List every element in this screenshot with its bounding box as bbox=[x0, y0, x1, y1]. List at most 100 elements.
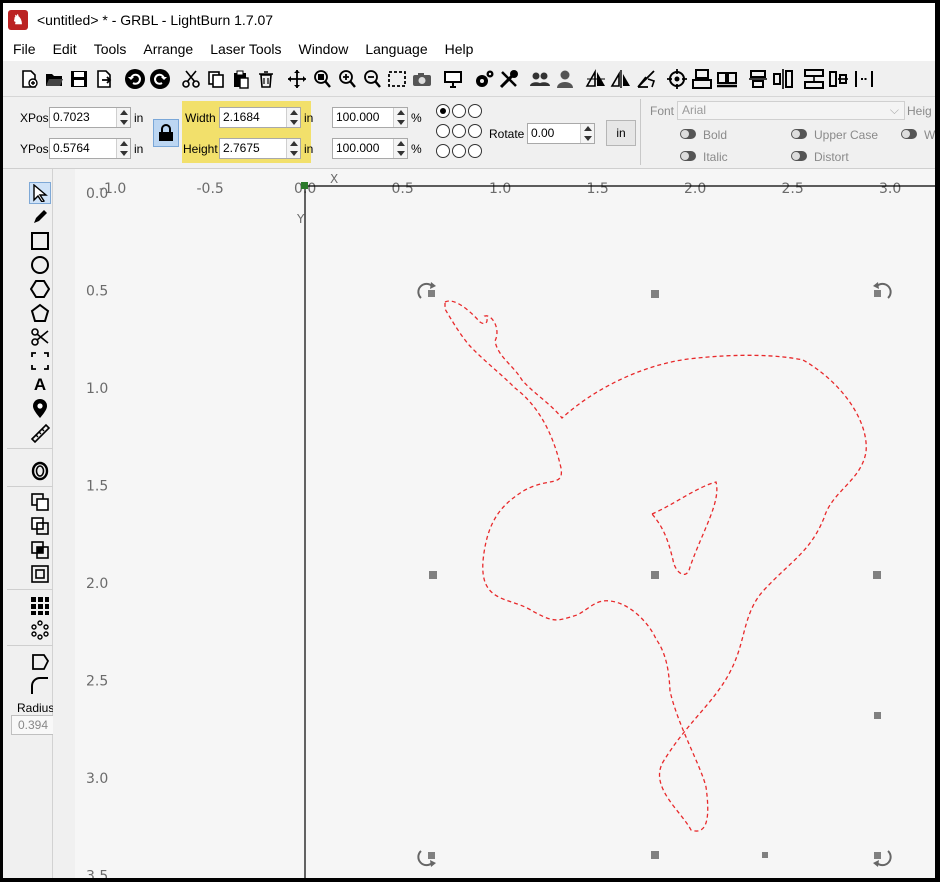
user-icon[interactable] bbox=[553, 67, 577, 91]
save-file-icon[interactable] bbox=[67, 67, 91, 91]
rectangle-icon[interactable] bbox=[29, 230, 51, 252]
new-file-icon[interactable] bbox=[17, 67, 41, 91]
ypos-field[interactable]: 0.5764 bbox=[49, 138, 131, 159]
anchor-middle-left[interactable] bbox=[436, 124, 450, 138]
intersect-icon[interactable] bbox=[29, 539, 51, 561]
anchor-bottom-right[interactable] bbox=[468, 144, 482, 158]
measure-icon[interactable] bbox=[29, 422, 51, 444]
fillet-icon[interactable] bbox=[29, 675, 51, 697]
menu-window[interactable]: Window bbox=[289, 41, 356, 57]
height-spin-arrows[interactable] bbox=[286, 139, 300, 158]
width-field[interactable]: 2.1684 bbox=[219, 107, 301, 128]
distribute-v-icon[interactable] bbox=[802, 67, 826, 91]
settings-gear-icon[interactable] bbox=[472, 67, 496, 91]
paste-icon[interactable] bbox=[229, 67, 253, 91]
delete-icon[interactable] bbox=[254, 67, 278, 91]
rotate-field[interactable]: 0.00 bbox=[527, 123, 595, 144]
align-left-icon[interactable] bbox=[746, 67, 770, 91]
menu-file[interactable]: File bbox=[3, 41, 43, 57]
scale-height-field[interactable]: 100.000 bbox=[332, 138, 408, 159]
copy-icon[interactable] bbox=[204, 67, 228, 91]
open-file-icon[interactable] bbox=[42, 67, 66, 91]
height-field[interactable]: 2.7675 bbox=[219, 138, 301, 159]
handle-middle-right[interactable] bbox=[873, 571, 881, 579]
welded-toggle[interactable] bbox=[901, 129, 917, 139]
rotate-spin-arrows[interactable] bbox=[580, 124, 594, 143]
anchor-bottom-center[interactable] bbox=[452, 144, 466, 158]
offset-icon[interactable] bbox=[29, 460, 51, 482]
distribute-h-icon[interactable] bbox=[771, 67, 795, 91]
edit-nodes-icon[interactable] bbox=[29, 326, 51, 348]
font-select[interactable]: Arial ⌵ bbox=[677, 101, 905, 120]
mirror-h-icon[interactable] bbox=[584, 67, 608, 91]
pencil-icon[interactable] bbox=[29, 206, 51, 228]
rotate-handle-bottom-left-icon[interactable] bbox=[417, 850, 436, 867]
menu-help[interactable]: Help bbox=[435, 41, 481, 57]
scale-height-spin-arrows[interactable] bbox=[393, 139, 407, 158]
handle-skew-right[interactable] bbox=[874, 712, 881, 719]
group-icon[interactable] bbox=[528, 67, 552, 91]
select-all-icon[interactable] bbox=[385, 67, 409, 91]
position-laser-icon[interactable] bbox=[29, 350, 51, 372]
menu-arrange[interactable]: Arrange bbox=[133, 41, 200, 57]
menu-tools[interactable]: Tools bbox=[84, 41, 134, 57]
anchor-middle-right[interactable] bbox=[468, 124, 482, 138]
upper-case-toggle[interactable] bbox=[791, 129, 807, 139]
import-icon[interactable] bbox=[92, 67, 116, 91]
target-icon[interactable] bbox=[665, 67, 689, 91]
anchor-center[interactable] bbox=[452, 124, 466, 138]
align-bottom-icon[interactable] bbox=[715, 67, 739, 91]
move-together-icon[interactable] bbox=[827, 67, 851, 91]
circular-array-icon[interactable] bbox=[29, 619, 51, 641]
rotate-handle-top-left-icon[interactable] bbox=[417, 282, 436, 299]
zoom-in-icon[interactable] bbox=[335, 67, 359, 91]
rotate-icon[interactable] bbox=[634, 67, 658, 91]
select-arrow-icon[interactable] bbox=[29, 182, 51, 204]
camera-icon[interactable] bbox=[410, 67, 434, 91]
frame-monitor-icon[interactable] bbox=[441, 67, 465, 91]
xpos-spin-arrows[interactable] bbox=[116, 108, 130, 127]
rotate-handle-top-right-icon[interactable] bbox=[873, 282, 892, 299]
ypos-spin-arrows[interactable] bbox=[116, 139, 130, 158]
undo-icon[interactable] bbox=[123, 67, 147, 91]
rotate-handle-bottom-right-icon[interactable] bbox=[873, 850, 892, 867]
weld-icon[interactable] bbox=[29, 491, 51, 513]
workspace-svg[interactable]: -1.0-0.50.00.51.01.52.02.53.0 0.00.51.01… bbox=[75, 169, 935, 878]
workspace-canvas[interactable]: -1.0-0.50.00.51.01.52.02.53.0 0.00.51.01… bbox=[75, 169, 935, 878]
subtract-icon[interactable] bbox=[29, 515, 51, 537]
ellipse-icon[interactable] bbox=[29, 254, 51, 276]
scale-width-spin-arrows[interactable] bbox=[393, 108, 407, 127]
width-spin-arrows[interactable] bbox=[286, 108, 300, 127]
anchor-top-center[interactable] bbox=[452, 104, 466, 118]
marker-icon[interactable] bbox=[29, 398, 51, 420]
pentagon-icon[interactable] bbox=[29, 302, 51, 324]
anchor-bottom-left[interactable] bbox=[436, 144, 450, 158]
tools-icon[interactable] bbox=[497, 67, 521, 91]
unit-toggle-button[interactable]: in bbox=[606, 120, 636, 146]
polygon-icon[interactable] bbox=[29, 278, 51, 300]
scale-width-field[interactable]: 100.000 bbox=[332, 107, 408, 128]
anchor-top-left[interactable] bbox=[436, 104, 450, 118]
move-icon[interactable] bbox=[285, 67, 309, 91]
corner-icon[interactable] bbox=[29, 651, 51, 673]
anchor-top-right[interactable] bbox=[468, 104, 482, 118]
redo-icon[interactable] bbox=[148, 67, 172, 91]
handle-bottom-center[interactable] bbox=[651, 851, 659, 859]
distort-toggle[interactable] bbox=[791, 151, 807, 161]
zoom-to-page-icon[interactable] bbox=[310, 67, 334, 91]
lock-aspect-button[interactable] bbox=[153, 119, 179, 147]
text-icon[interactable]: A bbox=[29, 374, 51, 396]
handle-center[interactable] bbox=[651, 571, 659, 579]
dock-icon[interactable] bbox=[852, 67, 876, 91]
cut-icon[interactable] bbox=[179, 67, 203, 91]
menu-edit[interactable]: Edit bbox=[43, 41, 84, 57]
italic-toggle[interactable] bbox=[680, 151, 696, 161]
traced-shape-inner-path[interactable] bbox=[650, 481, 718, 575]
mirror-v-icon[interactable] bbox=[609, 67, 633, 91]
xpos-field[interactable]: 0.7023 bbox=[49, 107, 131, 128]
handle-top-center[interactable] bbox=[651, 290, 659, 298]
menu-language[interactable]: Language bbox=[355, 41, 434, 57]
align-icon[interactable] bbox=[690, 67, 714, 91]
traced-shape-path[interactable] bbox=[444, 300, 867, 832]
grid-array-icon[interactable] bbox=[29, 595, 51, 617]
